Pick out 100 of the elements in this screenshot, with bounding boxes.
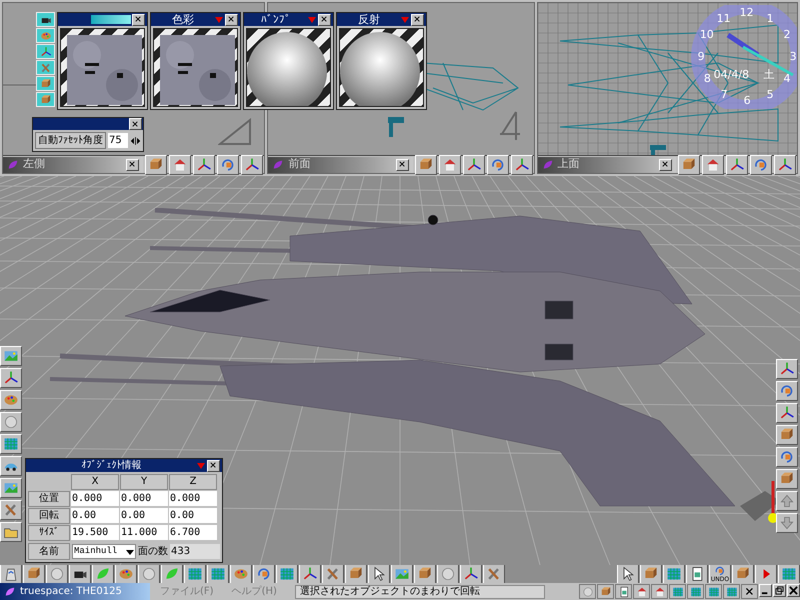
editor-title: 反射	[357, 14, 381, 25]
column-header: Z	[169, 474, 217, 490]
window-button[interactable]	[787, 584, 800, 597]
clock-numeral: 4	[783, 73, 790, 84]
light-icon	[386, 115, 406, 139]
axes-icon	[302, 566, 318, 582]
x-icon	[744, 586, 756, 598]
palette-icon	[3, 392, 19, 408]
axes-icon	[729, 156, 745, 172]
close-button[interactable]	[126, 158, 140, 170]
editor-title: ﾊﾞﾝﾌﾟ	[260, 14, 292, 25]
close-icon	[227, 15, 236, 24]
viewport-title: 左側	[23, 156, 46, 172]
value-field[interactable]: 6.700	[169, 525, 217, 540]
editor-title: 色彩	[171, 14, 195, 25]
clock-numeral: 12	[740, 7, 754, 18]
close-button[interactable]	[318, 14, 331, 26]
app-title: truespace: THE0125	[20, 585, 122, 599]
close-button[interactable]	[659, 158, 672, 170]
close-icon	[789, 586, 798, 595]
axes-icon	[196, 156, 212, 172]
axes-icon	[777, 156, 793, 172]
value-field[interactable]: 11.000	[120, 525, 168, 540]
grid-icon	[666, 566, 682, 582]
clock-numeral: 11	[716, 12, 731, 24]
close-button[interactable]	[132, 14, 145, 26]
faces-count: 433	[170, 544, 220, 559]
viewport-icon	[7, 158, 19, 170]
clock-numeral: 6	[744, 95, 751, 106]
faces-label: 面の数	[138, 545, 168, 559]
up-arrow-icon	[779, 493, 795, 509]
value-field[interactable]: 0.00	[71, 508, 119, 523]
rotate-icon	[753, 156, 769, 172]
tool-button[interactable]	[741, 584, 758, 599]
clock-weekday: 土	[764, 69, 775, 80]
value-field[interactable]: 0.000	[71, 491, 119, 506]
name-dropdown[interactable]: Mainhull	[72, 544, 136, 560]
antenna-tip	[428, 214, 438, 226]
axes-icon	[244, 156, 260, 172]
close-icon	[398, 160, 407, 169]
grid-icon	[672, 586, 684, 598]
landscape-icon	[3, 480, 19, 496]
clock-numeral: 1	[766, 12, 774, 24]
restore-icon	[775, 586, 784, 595]
arrows-icon	[463, 566, 479, 582]
close-button[interactable]	[225, 14, 238, 26]
dropdown-triangle-icon[interactable]	[214, 14, 224, 24]
value-field[interactable]: 0.00	[120, 508, 168, 523]
panel-title: ｵﾌﾞｼﾞｪｸﾄ情報	[80, 460, 142, 470]
window-button[interactable]	[759, 584, 772, 597]
clock-numeral: 9	[698, 51, 705, 62]
house-icon	[705, 156, 721, 172]
rotate-icon	[490, 156, 506, 172]
viewport-title: 前面	[288, 156, 312, 172]
close-icon	[128, 160, 138, 169]
window-button[interactable]	[773, 584, 786, 597]
close-button[interactable]	[411, 14, 424, 26]
tool-button[interactable]	[615, 584, 632, 599]
close-icon	[209, 461, 218, 470]
status-message: 選択されたオブジェクトのまわりで回転	[294, 584, 545, 598]
facet-label: 自動ﾌｧｾｯﾄ角度	[35, 132, 106, 149]
color-swatch	[91, 15, 131, 24]
close-button[interactable]	[207, 460, 220, 472]
axes-icon	[466, 156, 482, 172]
row-label: ｻｲｽﾞ	[28, 525, 70, 541]
row-label: 名前	[28, 543, 70, 560]
viewport-icon	[272, 158, 284, 170]
image-icon	[3, 348, 19, 364]
close-icon	[661, 160, 670, 169]
rotate-icon	[220, 156, 236, 172]
rotate-icon	[779, 383, 795, 399]
value-field[interactable]: 0.00	[169, 508, 217, 523]
value-field[interactable]: 0.000	[169, 491, 217, 506]
app-icon	[4, 586, 16, 598]
recycle-bin-icon	[3, 566, 19, 582]
close-icon	[134, 15, 143, 24]
house-icon	[654, 586, 666, 598]
close-icon	[413, 15, 422, 24]
clock-numeral: 7	[720, 89, 728, 100]
value-field[interactable]: 0.000	[120, 491, 168, 506]
value-field[interactable]: 19.500	[71, 525, 119, 540]
viewport-icon	[542, 158, 554, 170]
dropdown-triangle-icon[interactable]	[400, 14, 410, 24]
clock-numeral: 2	[783, 29, 790, 40]
ball-icon	[141, 566, 157, 582]
close-icon	[320, 15, 329, 24]
axes-icon	[779, 405, 795, 421]
palette-icon	[233, 566, 249, 582]
axes-icon	[514, 156, 530, 172]
viewport-title: 上面	[558, 156, 581, 172]
close-icon	[131, 120, 140, 128]
close-button[interactable]	[129, 118, 142, 130]
angle-input[interactable]: 75	[108, 133, 128, 148]
grid-icon	[708, 586, 720, 598]
dropdown-triangle-icon[interactable]	[196, 460, 206, 470]
dropdown-triangle-icon[interactable]	[307, 14, 317, 24]
grid-icon	[690, 586, 702, 598]
close-button[interactable]	[396, 158, 409, 170]
down-arrow-icon	[779, 515, 795, 531]
rotate-icon	[779, 449, 795, 465]
